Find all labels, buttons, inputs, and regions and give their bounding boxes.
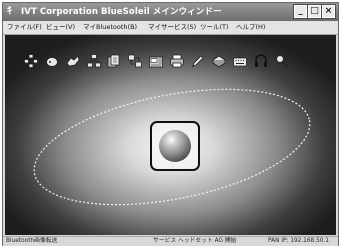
- status-middle: サービス ヘッドセット AG 開始: [153, 238, 237, 244]
- maximize-button[interactable]: □: [307, 4, 322, 19]
- minimize-button[interactable]: _: [293, 4, 308, 19]
- status-left: Bluetooth画像転送: [6, 238, 58, 244]
- local-device[interactable]: [150, 121, 200, 171]
- local-device-ball-icon: [159, 130, 191, 162]
- menu-my-bluetooth[interactable]: マイBluetooth(B): [83, 22, 137, 33]
- menu-bar: ファイル(F) ビュー(V) マイBluetooth(B) マイサービス(S) …: [3, 21, 338, 35]
- menu-view[interactable]: ビュー(V): [46, 22, 75, 33]
- device-view[interactable]: [5, 35, 336, 235]
- menu-file[interactable]: ファイル(F): [7, 22, 42, 33]
- status-bar: Bluetooth画像転送 サービス ヘッドセット AG 開始 PAN IP: …: [3, 236, 338, 246]
- status-right: PAN IP: 192.168.50.1: [268, 238, 329, 244]
- title-bar[interactable]: ｷ IVT Corporation BlueSoleil メインウィンドー _ …: [3, 3, 338, 21]
- app-icon: ｷ: [7, 6, 12, 17]
- close-button[interactable]: ×: [321, 4, 336, 19]
- main-window: ｷ IVT Corporation BlueSoleil メインウィンドー _ …: [2, 2, 339, 246]
- menu-tools[interactable]: ツール(T): [200, 22, 229, 33]
- window-title: IVT Corporation BlueSoleil メインウィンドー: [21, 7, 222, 17]
- menu-help[interactable]: ヘルプ(H): [236, 22, 265, 33]
- menu-my-services[interactable]: マイサービス(S): [148, 22, 196, 33]
